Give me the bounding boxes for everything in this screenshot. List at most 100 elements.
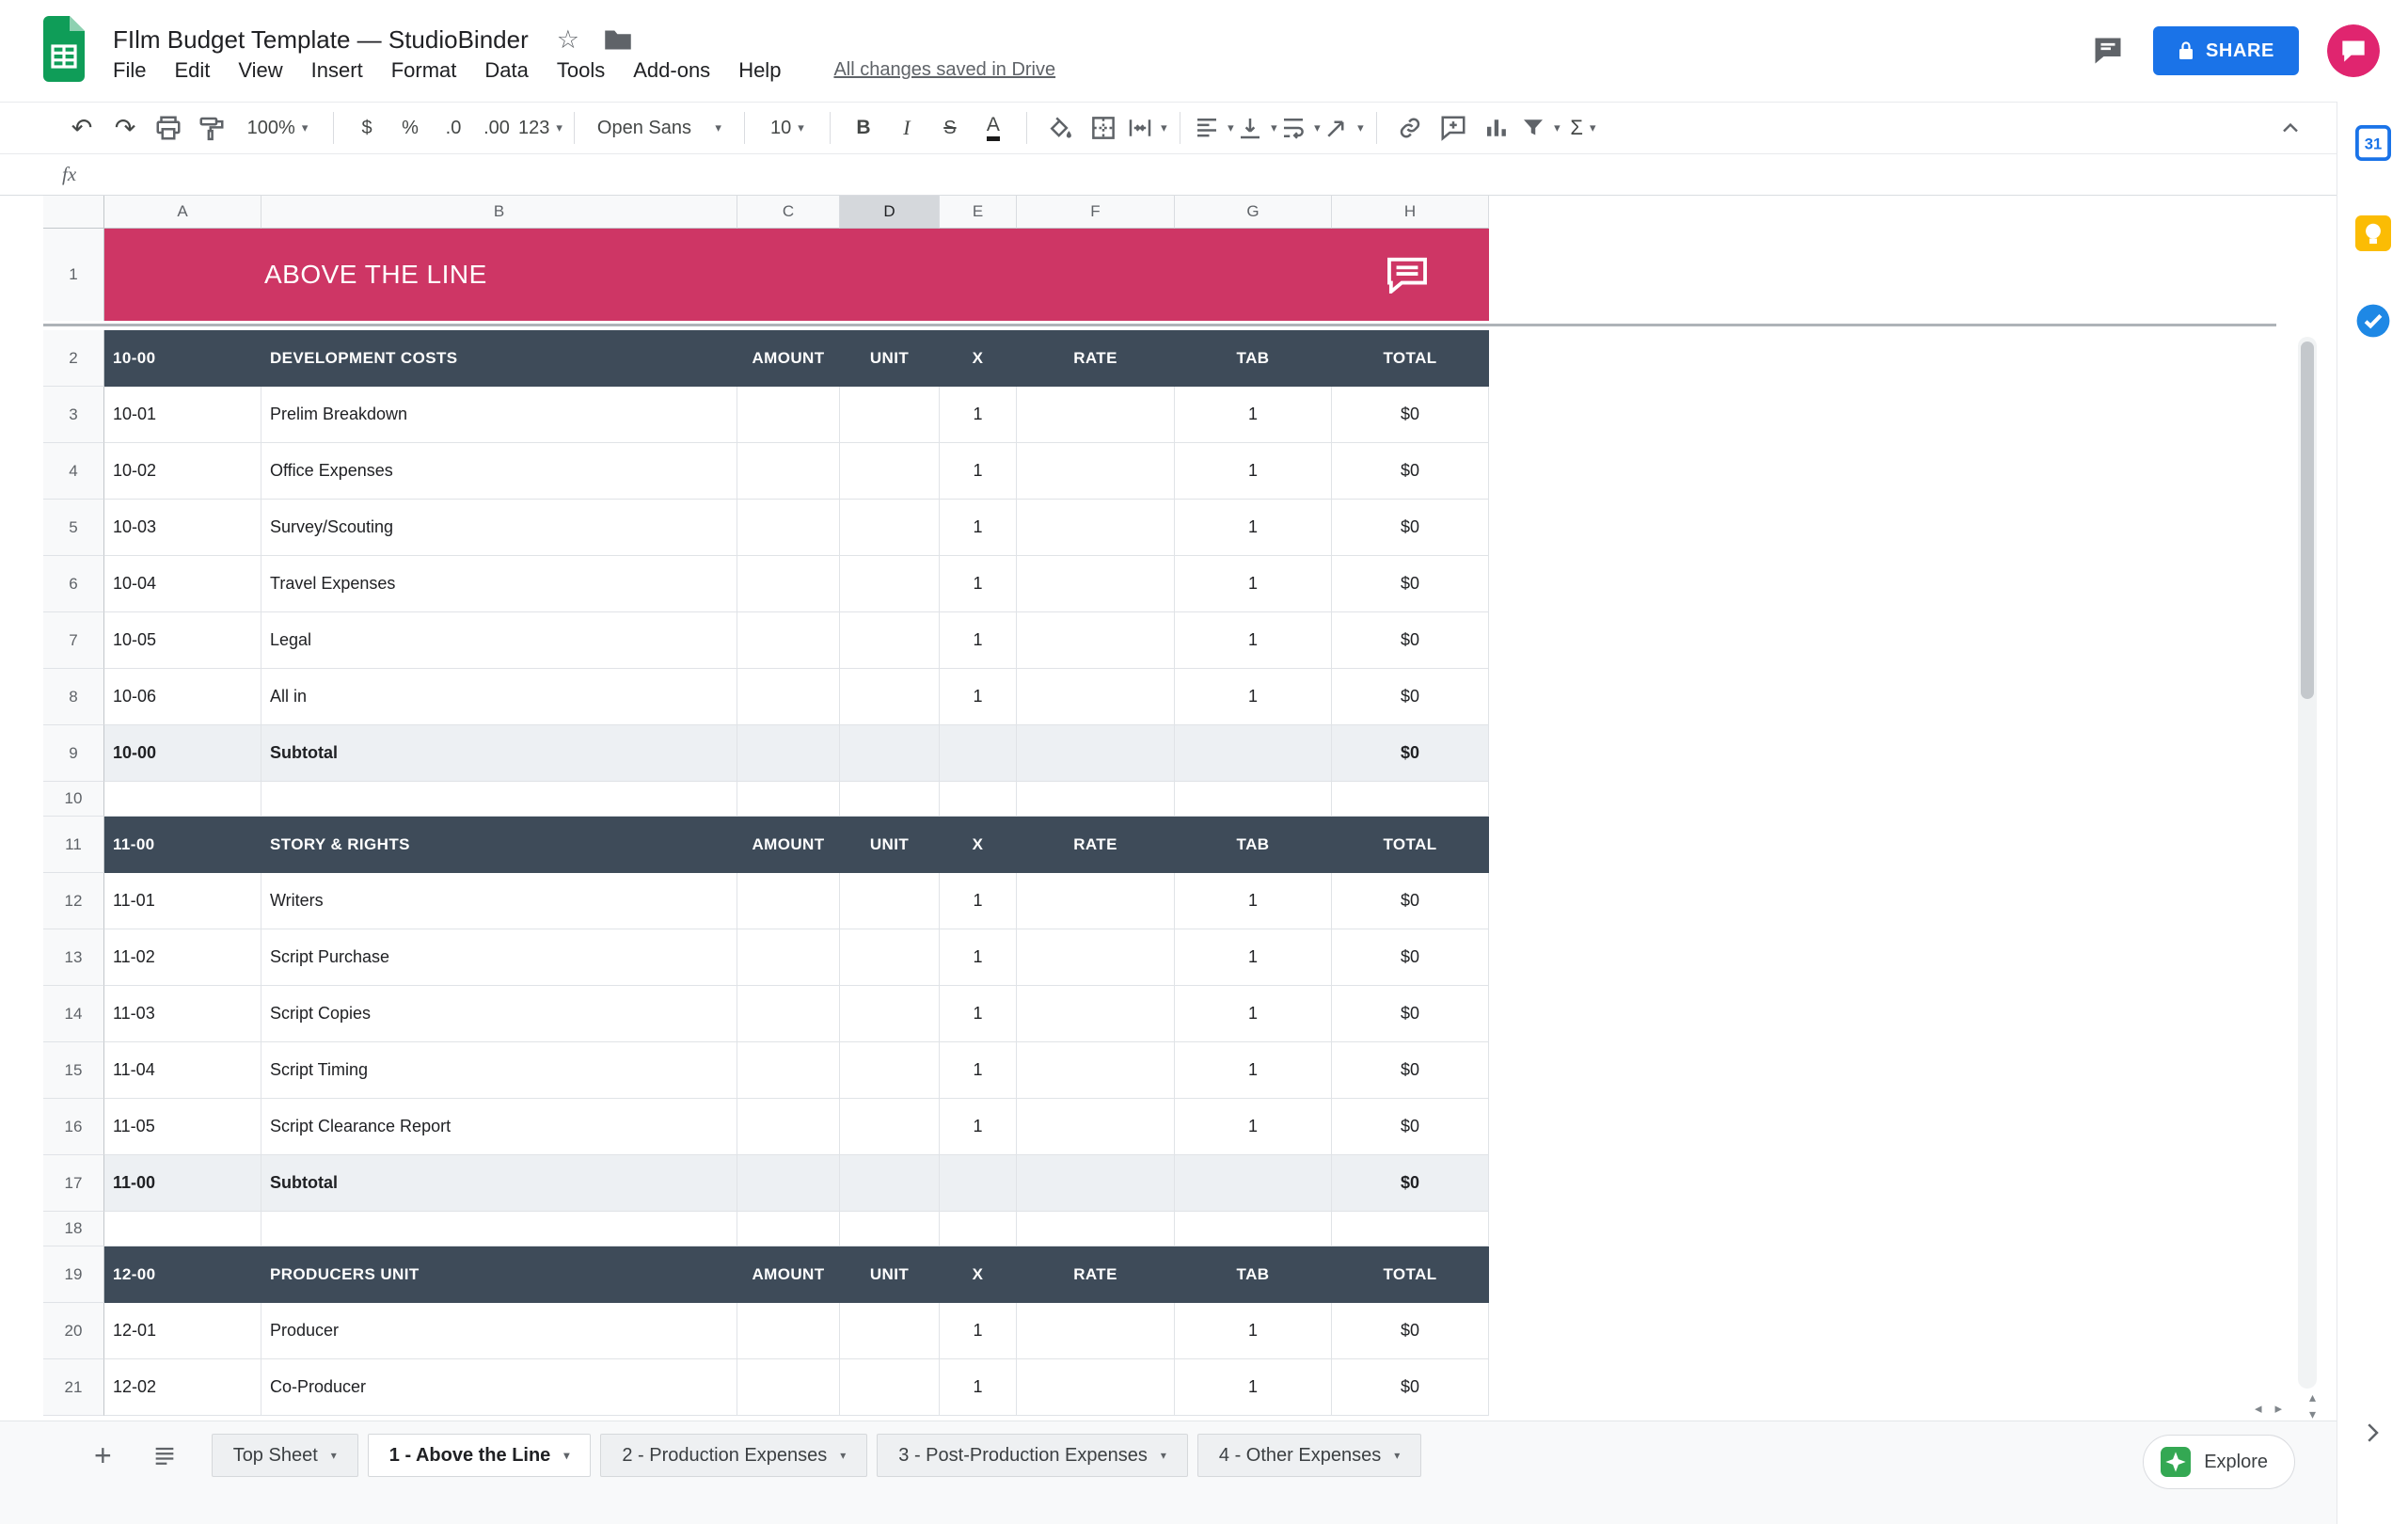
cell-B5[interactable]: Survey/Scouting bbox=[261, 500, 737, 556]
row-header-19[interactable]: 19 bbox=[43, 1246, 104, 1303]
cell-C8[interactable] bbox=[737, 669, 840, 725]
cell-H21[interactable]: $0 bbox=[1332, 1359, 1489, 1416]
collapse-toolbar-button[interactable] bbox=[2269, 106, 2312, 150]
cell-B2[interactable]: DEVELOPMENT COSTS bbox=[261, 330, 737, 387]
share-button[interactable]: SHARE bbox=[2153, 26, 2299, 75]
menu-addons[interactable]: Add-ons bbox=[633, 58, 710, 83]
cell-E17[interactable] bbox=[940, 1155, 1017, 1212]
show-side-panel-chevron[interactable] bbox=[2358, 1419, 2386, 1447]
cell-E2[interactable]: X bbox=[940, 330, 1017, 387]
row-header-15[interactable]: 15 bbox=[43, 1042, 104, 1099]
cell-H8[interactable]: $0 bbox=[1332, 669, 1489, 725]
row-header-16[interactable]: 16 bbox=[43, 1099, 104, 1155]
cell-F2[interactable]: RATE bbox=[1017, 330, 1175, 387]
zoom-select[interactable]: 100%▾ bbox=[233, 106, 322, 150]
calendar-icon[interactable]: 31 bbox=[2355, 125, 2391, 161]
cell-B7[interactable]: Legal bbox=[261, 612, 737, 669]
cell-E15[interactable]: 1 bbox=[940, 1042, 1017, 1099]
cell-H15[interactable]: $0 bbox=[1332, 1042, 1489, 1099]
cell-A10[interactable] bbox=[104, 782, 261, 817]
cell-B6[interactable]: Travel Expenses bbox=[261, 556, 737, 612]
add-sheet-button[interactable]: + bbox=[94, 1440, 112, 1470]
cell-H12[interactable]: $0 bbox=[1332, 873, 1489, 929]
cell-H19[interactable]: TOTAL bbox=[1332, 1246, 1489, 1303]
cell-D16[interactable] bbox=[840, 1099, 940, 1155]
cell-A12[interactable]: 11-01 bbox=[104, 873, 261, 929]
cell-A21[interactable]: 12-02 bbox=[104, 1359, 261, 1416]
cell-B21[interactable]: Co-Producer bbox=[261, 1359, 737, 1416]
cell-C20[interactable] bbox=[737, 1303, 840, 1359]
cell-D21[interactable] bbox=[840, 1359, 940, 1416]
cell-D7[interactable] bbox=[840, 612, 940, 669]
row-header-3[interactable]: 3 bbox=[43, 387, 104, 443]
cell-F4[interactable] bbox=[1017, 443, 1175, 500]
cell-A19[interactable]: 12-00 bbox=[104, 1246, 261, 1303]
cell-G8[interactable]: 1 bbox=[1175, 669, 1332, 725]
cell-B12[interactable]: Writers bbox=[261, 873, 737, 929]
cell-F11[interactable]: RATE bbox=[1017, 817, 1175, 873]
cell-H14[interactable]: $0 bbox=[1332, 986, 1489, 1042]
cell-H4[interactable]: $0 bbox=[1332, 443, 1489, 500]
menu-edit[interactable]: Edit bbox=[174, 58, 210, 83]
cell-H2[interactable]: TOTAL bbox=[1332, 330, 1489, 387]
cell-C12[interactable] bbox=[737, 873, 840, 929]
col-header-F[interactable]: F bbox=[1017, 196, 1175, 229]
redo-button[interactable]: ↷ bbox=[103, 106, 147, 150]
cell-G6[interactable]: 1 bbox=[1175, 556, 1332, 612]
cell-F15[interactable] bbox=[1017, 1042, 1175, 1099]
cell-E6[interactable]: 1 bbox=[940, 556, 1017, 612]
cell-E21[interactable]: 1 bbox=[940, 1359, 1017, 1416]
cell-G2[interactable]: TAB bbox=[1175, 330, 1332, 387]
undo-button[interactable]: ↶ bbox=[60, 106, 103, 150]
cell-H10[interactable] bbox=[1332, 782, 1489, 817]
cell-B19[interactable]: PRODUCERS UNIT bbox=[261, 1246, 737, 1303]
scrollbar-thumb[interactable] bbox=[2301, 341, 2314, 699]
cell-C10[interactable] bbox=[737, 782, 840, 817]
cell-H11[interactable]: TOTAL bbox=[1332, 817, 1489, 873]
cell-E7[interactable]: 1 bbox=[940, 612, 1017, 669]
cell-F18[interactable] bbox=[1017, 1212, 1175, 1246]
cell-A3[interactable]: 10-01 bbox=[104, 387, 261, 443]
cell-H7[interactable]: $0 bbox=[1332, 612, 1489, 669]
cell-E13[interactable]: 1 bbox=[940, 929, 1017, 986]
row-header-10[interactable]: 10 bbox=[43, 782, 104, 817]
paint-format-button[interactable] bbox=[190, 106, 233, 150]
horizontal-align-button[interactable]: ▾ bbox=[1192, 106, 1235, 150]
cell-F10[interactable] bbox=[1017, 782, 1175, 817]
col-header-B[interactable]: B bbox=[261, 196, 737, 229]
cell-F9[interactable] bbox=[1017, 725, 1175, 782]
cell-C4[interactable] bbox=[737, 443, 840, 500]
cell-H17[interactable]: $0 bbox=[1332, 1155, 1489, 1212]
cell-F16[interactable] bbox=[1017, 1099, 1175, 1155]
bold-button[interactable]: B bbox=[842, 106, 885, 150]
cell-D19[interactable]: UNIT bbox=[840, 1246, 940, 1303]
cell-G13[interactable]: 1 bbox=[1175, 929, 1332, 986]
row-header-7[interactable]: 7 bbox=[43, 612, 104, 669]
sheet-tab-1[interactable]: Top Sheet▾ bbox=[212, 1434, 358, 1477]
cell-C19[interactable]: AMOUNT bbox=[737, 1246, 840, 1303]
cell-E4[interactable]: 1 bbox=[940, 443, 1017, 500]
print-button[interactable] bbox=[147, 106, 190, 150]
cell-G7[interactable]: 1 bbox=[1175, 612, 1332, 669]
cell-E11[interactable]: X bbox=[940, 817, 1017, 873]
vertical-align-button[interactable]: ▾ bbox=[1235, 106, 1278, 150]
cell-C2[interactable]: AMOUNT bbox=[737, 330, 840, 387]
row-header-2[interactable]: 2 bbox=[43, 330, 104, 387]
cell-G12[interactable]: 1 bbox=[1175, 873, 1332, 929]
document-title[interactable]: FIlm Budget Template — StudioBinder bbox=[113, 25, 529, 55]
cell-A7[interactable]: 10-05 bbox=[104, 612, 261, 669]
cell-D6[interactable] bbox=[840, 556, 940, 612]
cell-B4[interactable]: Office Expenses bbox=[261, 443, 737, 500]
cell-A15[interactable]: 11-04 bbox=[104, 1042, 261, 1099]
cell-A4[interactable]: 10-02 bbox=[104, 443, 261, 500]
cell-A2[interactable]: 10-00 bbox=[104, 330, 261, 387]
cell-H5[interactable]: $0 bbox=[1332, 500, 1489, 556]
cell-C14[interactable] bbox=[737, 986, 840, 1042]
cell-D5[interactable] bbox=[840, 500, 940, 556]
cell-G11[interactable]: TAB bbox=[1175, 817, 1332, 873]
row-header-4[interactable]: 4 bbox=[43, 443, 104, 500]
more-formats-button[interactable]: 123▾ bbox=[518, 106, 562, 150]
cell-B11[interactable]: STORY & RIGHTS bbox=[261, 817, 737, 873]
cell-B3[interactable]: Prelim Breakdown bbox=[261, 387, 737, 443]
text-color-button[interactable]: A bbox=[972, 106, 1015, 150]
